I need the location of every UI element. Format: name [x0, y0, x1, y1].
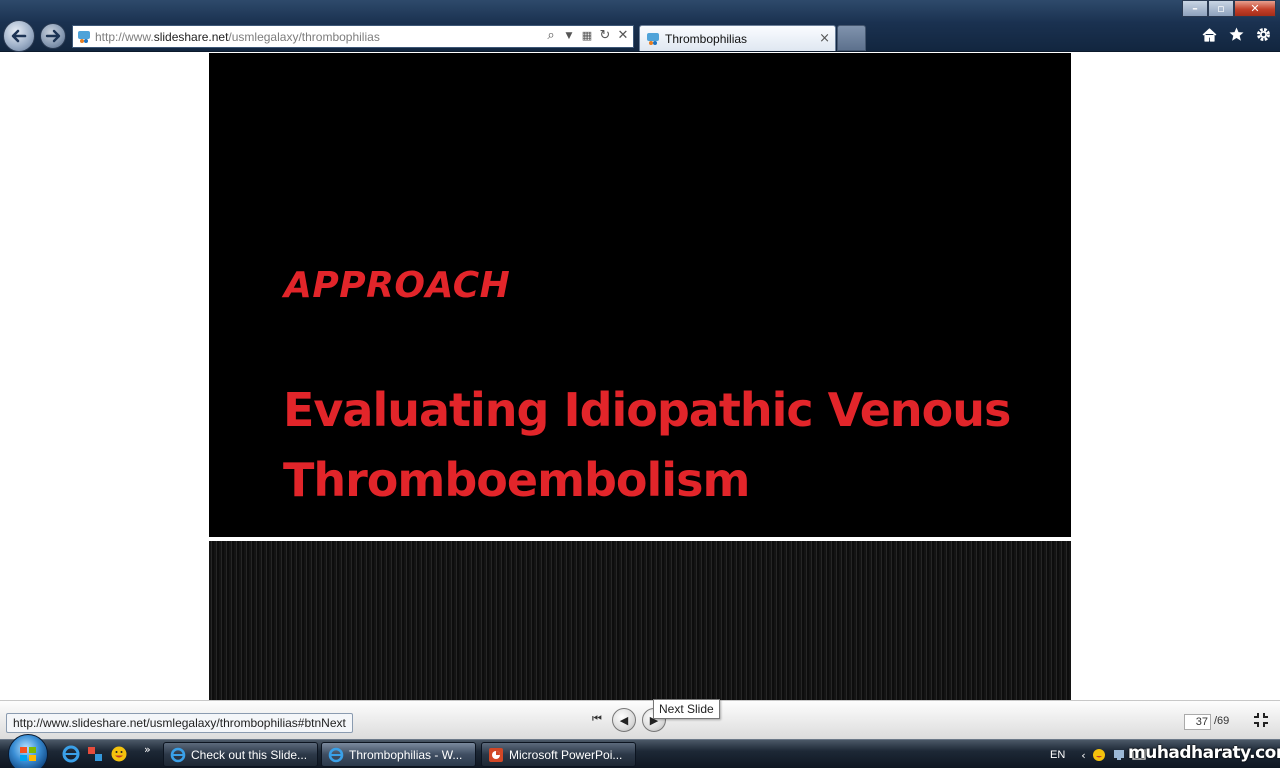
network-icon[interactable]	[1112, 748, 1126, 762]
tab-thrombophilias[interactable]: Thrombophilias ×	[639, 25, 836, 51]
arrow-right-icon	[45, 29, 61, 43]
page-number-input[interactable]: 37	[1184, 714, 1211, 730]
maximize-button[interactable]: ▫	[1208, 0, 1234, 17]
refresh-icon[interactable]: ↻	[598, 28, 612, 43]
windows-logo-icon	[20, 747, 36, 761]
toolbar-icons	[1201, 26, 1272, 43]
back-button[interactable]	[3, 20, 35, 52]
fullscreen-exit-icon	[1254, 713, 1268, 727]
page-viewport: APPROACH Evaluating Idiopathic Venous Th…	[0, 53, 1280, 700]
slide-heading: APPROACH	[284, 265, 511, 306]
messenger-emoji-icon[interactable]	[110, 745, 128, 763]
arrow-left-icon	[11, 29, 27, 43]
chevron-down-icon[interactable]: ▼	[562, 31, 576, 41]
media-icon[interactable]	[86, 745, 104, 763]
skip-back-icon: ⏮	[592, 712, 602, 725]
internet-explorer-icon	[170, 747, 186, 762]
tray-expand-icon[interactable]: ‹	[1081, 749, 1085, 762]
tab-close-icon[interactable]: ×	[819, 31, 830, 46]
forward-button[interactable]	[40, 23, 66, 49]
slide-lower-panel	[209, 541, 1071, 700]
slideshare-favicon-icon	[647, 32, 659, 45]
task-label: Check out this Slide...	[191, 747, 308, 762]
start-button[interactable]	[8, 734, 48, 768]
stop-icon[interactable]: ✕	[616, 28, 630, 43]
new-tab-button[interactable]	[837, 25, 866, 51]
previous-slide-button[interactable]: ◀	[612, 708, 636, 732]
internet-explorer-icon[interactable]	[62, 745, 80, 763]
next-slide-tooltip: Next Slide	[653, 699, 720, 719]
quick-launch	[62, 745, 128, 763]
browser-chrome: http://www.slideshare.net/usmlegalaxy/th…	[0, 0, 1280, 52]
gear-icon[interactable]	[1255, 26, 1272, 43]
slideshare-favicon-icon	[78, 31, 90, 43]
page-total: /69	[1214, 715, 1230, 727]
window-controls: – ▫ ✕	[1182, 0, 1276, 18]
slide[interactable]: APPROACH Evaluating Idiopathic Venous Th…	[209, 53, 1071, 537]
minimize-button[interactable]: –	[1182, 0, 1208, 17]
messenger-emoji-icon[interactable]	[1092, 748, 1106, 762]
watermark: muhadharaty.com	[1128, 743, 1280, 763]
compatibility-view-icon[interactable]: ▦	[580, 29, 594, 42]
taskbar: » Check out this Slide... Thrombophilias…	[0, 734, 1280, 768]
powerpoint-icon	[489, 747, 503, 762]
language-indicator[interactable]: EN	[1050, 749, 1065, 761]
search-icon[interactable]: ⌕	[544, 28, 558, 43]
task-label: Microsoft PowerPoi...	[509, 747, 623, 762]
task-thrombophilias[interactable]: Thrombophilias - W...	[321, 742, 476, 767]
task-label: Thrombophilias - W...	[349, 747, 463, 762]
tab-title: Thrombophilias	[665, 31, 748, 46]
first-slide-button[interactable]: ⏮	[592, 712, 606, 726]
slide-title: Evaluating Idiopathic Venous Thromboembo…	[283, 383, 1011, 507]
address-bar[interactable]: http://www.slideshare.net/usmlegalaxy/th…	[72, 25, 634, 48]
status-url: http://www.slideshare.net/usmlegalaxy/th…	[6, 713, 353, 733]
address-url: http://www.slideshare.net/usmlegalaxy/th…	[95, 29, 380, 44]
fullscreen-button[interactable]	[1252, 711, 1270, 733]
triangle-left-icon: ◀	[619, 713, 629, 727]
home-icon[interactable]	[1201, 26, 1218, 43]
task-check-out-slide[interactable]: Check out this Slide...	[163, 742, 318, 767]
quick-launch-more[interactable]: »	[144, 743, 151, 756]
close-button[interactable]: ✕	[1234, 0, 1276, 17]
internet-explorer-icon	[328, 747, 344, 762]
favorites-star-icon[interactable]	[1228, 26, 1245, 43]
task-powerpoint[interactable]: Microsoft PowerPoi...	[481, 742, 636, 767]
slideshow-controls: http://www.slideshare.net/usmlegalaxy/th…	[0, 700, 1280, 739]
